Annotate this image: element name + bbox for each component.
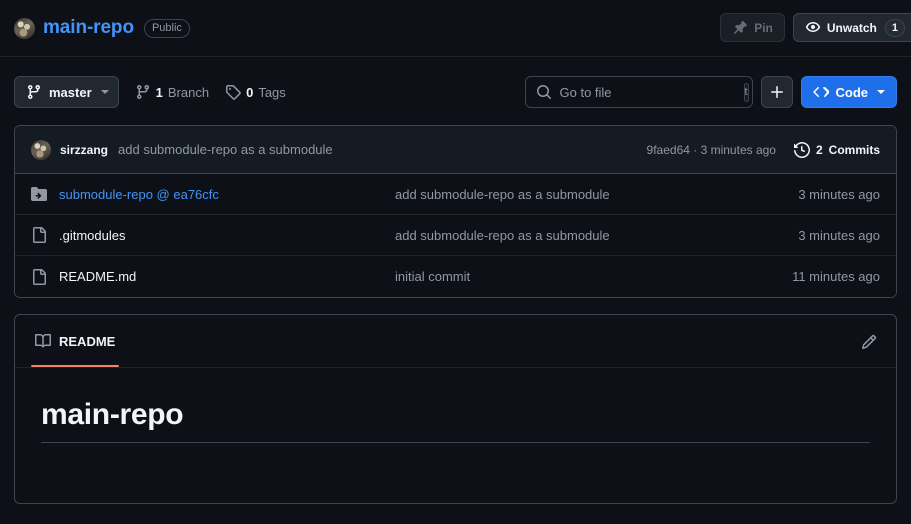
table-row[interactable]: README.md initial commit 11 minutes ago: [15, 256, 896, 297]
file-icon: [31, 268, 47, 285]
commit-author-name[interactable]: sirzzang: [60, 143, 108, 157]
readme-heading: main-repo: [41, 398, 870, 443]
repo-toolbar: master 1 Branch 0 Tags Go to file t Code: [14, 70, 897, 114]
file-commit-message[interactable]: add submodule-repo as a submodule: [395, 187, 610, 202]
file-commit-time: 3 minutes ago: [798, 186, 880, 202]
branch-count: 1: [155, 84, 163, 100]
commits-count-label: Commits: [828, 143, 880, 157]
latest-commit-bar: sirzzang add submodule-repo as a submodu…: [15, 126, 896, 174]
branch-name: master: [49, 84, 92, 100]
eye-icon: [805, 20, 821, 36]
tab-readme[interactable]: README: [31, 315, 120, 367]
chevron-down-icon: [877, 90, 885, 94]
book-icon: [35, 333, 51, 349]
file-name[interactable]: README.md: [59, 269, 359, 284]
readme-header: README: [15, 315, 896, 368]
branches-link[interactable]: 1 Branch: [135, 84, 209, 100]
file-commit-message[interactable]: initial commit: [395, 269, 470, 284]
unwatch-button[interactable]: Unwatch 1: [792, 13, 911, 42]
repo-name[interactable]: main-repo: [43, 17, 134, 39]
branch-selector-button[interactable]: master: [14, 76, 119, 108]
visibility-badge: Public: [143, 18, 190, 38]
search-input[interactable]: [559, 84, 736, 100]
pin-label: Pin: [754, 20, 773, 35]
plus-icon: [769, 84, 785, 100]
chevron-down-icon: [100, 90, 109, 94]
code-label: Code: [835, 84, 869, 100]
tag-count-label: Tags: [258, 84, 286, 100]
pin-button[interactable]: Pin: [720, 13, 785, 42]
toolbar-right-group: t Code: [524, 76, 897, 108]
history-icon: [793, 142, 810, 158]
commit-meta-group: 9faed64 · 3 minutes ago 2 Commits: [647, 126, 880, 174]
tags-link[interactable]: 0 Tags: [225, 84, 286, 100]
commit-sha-time[interactable]: 9faed64 · 3 minutes ago: [647, 143, 776, 157]
file-name[interactable]: submodule-repo @ ea76cfc: [59, 187, 359, 202]
tag-icon: [225, 84, 241, 100]
owner-avatar[interactable]: [14, 17, 35, 39]
file-table: sirzzang add submodule-repo as a submodu…: [14, 125, 897, 298]
repo-title-group: main-repo Public: [14, 17, 190, 39]
file-icon: [31, 227, 47, 243]
go-to-file-search[interactable]: t: [524, 76, 753, 108]
code-icon: [812, 84, 829, 100]
branch-icon: [26, 84, 42, 100]
watch-count-badge: 1: [884, 18, 905, 37]
file-commit-time: 3 minutes ago: [798, 227, 880, 243]
file-commit-message[interactable]: add submodule-repo as a submodule: [395, 228, 610, 243]
tab-readme-label: README: [59, 333, 116, 349]
header-actions: Pin Unwatch 1: [720, 13, 911, 42]
commits-count-value: 2: [815, 143, 823, 157]
branch-count-label: Branch: [167, 84, 210, 100]
search-icon: [536, 84, 552, 100]
branch-icon: [135, 84, 151, 100]
pin-icon: [732, 20, 748, 36]
file-name[interactable]: .gitmodules: [59, 228, 359, 243]
table-row[interactable]: submodule-repo @ ea76cfc add submodule-r…: [15, 174, 896, 215]
commit-history-link[interactable]: 2 Commits: [793, 142, 880, 158]
commit-author-avatar[interactable]: [31, 139, 51, 160]
submodule-icon: [31, 186, 47, 202]
search-shortcut-badge: t: [743, 82, 749, 102]
file-commit-time: 11 minutes ago: [792, 269, 880, 284]
repo-header: main-repo Public Pin Unwatch 1: [0, 0, 911, 57]
tag-count: 0: [246, 84, 254, 100]
readme-content: main-repo: [15, 368, 896, 443]
unwatch-label: Unwatch: [826, 20, 877, 35]
pencil-icon: [861, 334, 877, 350]
readme-panel: README main-repo: [14, 314, 897, 504]
refs-stats: 1 Branch 0 Tags: [135, 84, 286, 100]
commit-message[interactable]: add submodule-repo as a submodule: [118, 142, 333, 157]
add-file-button[interactable]: [760, 76, 793, 108]
edit-readme-button[interactable]: [858, 331, 880, 353]
code-button[interactable]: Code: [800, 76, 897, 108]
table-row[interactable]: .gitmodules add submodule-repo as a subm…: [15, 215, 896, 256]
